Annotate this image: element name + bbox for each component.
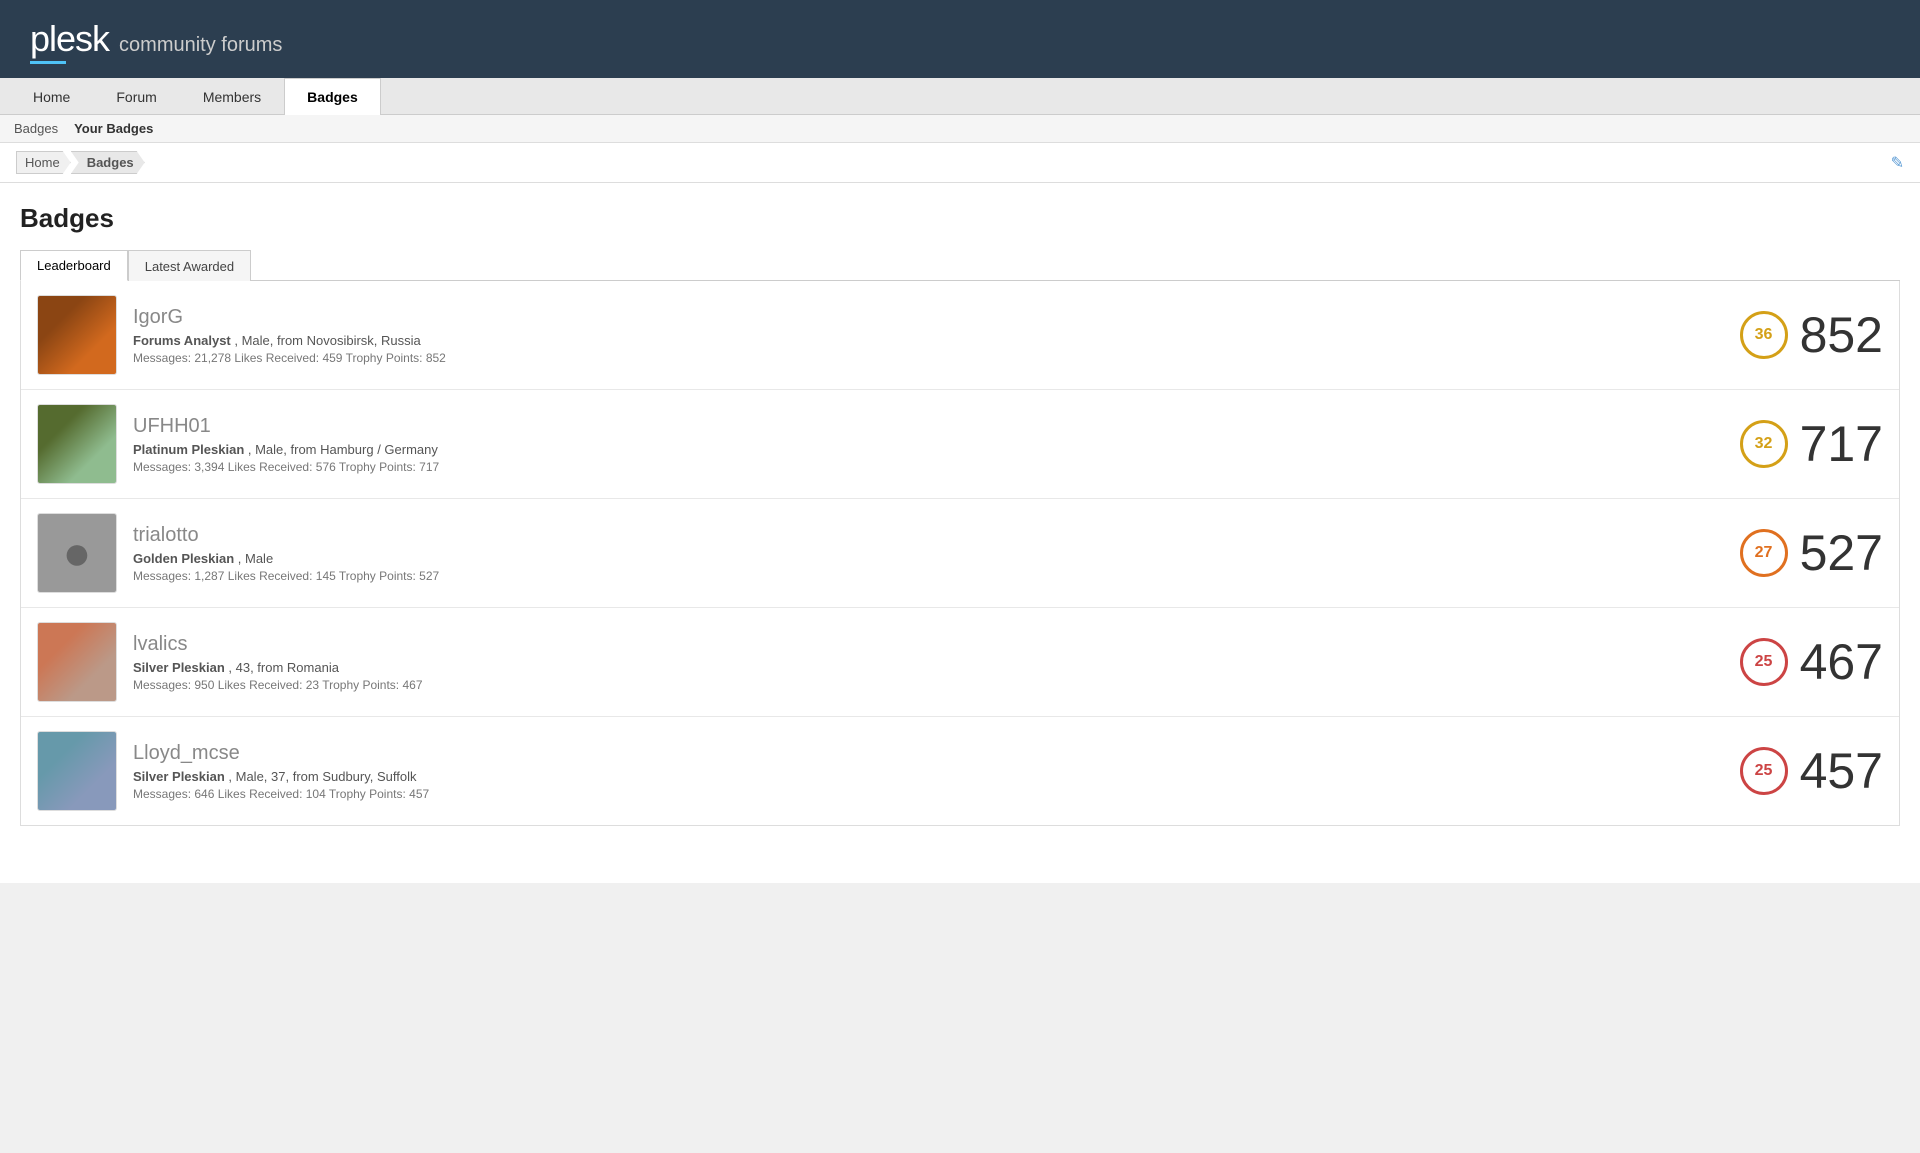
breadcrumb-current: Badges	[71, 151, 145, 174]
tabs-bar: Leaderboard Latest Awarded	[20, 250, 1900, 281]
breadcrumb-home-link[interactable]: Home	[16, 151, 71, 174]
user-name[interactable]: UFHH01	[133, 415, 1724, 438]
user-stats: Messages: 950 Likes Received: 23 Trophy …	[133, 678, 1724, 692]
user-avatar: ●	[37, 513, 117, 593]
trophy-points: 852	[1800, 306, 1883, 364]
user-name[interactable]: trialotto	[133, 524, 1724, 547]
user-stats: Messages: 646 Likes Received: 104 Trophy…	[133, 787, 1724, 801]
user-stats: Messages: 3,394 Likes Received: 576 Trop…	[133, 460, 1724, 474]
breadcrumb-edit-icon[interactable]: ✎	[1891, 153, 1904, 173]
leaderboard-item[interactable]: Lloyd_mcse Silver Pleskian , Male, 37, f…	[21, 717, 1899, 825]
site-header: plesk community forums	[0, 0, 1920, 78]
site-logo: plesk community forums	[30, 18, 282, 60]
nav-tab-badges[interactable]: Badges	[284, 78, 381, 115]
avatar-image	[38, 623, 116, 701]
trophy-points: 717	[1800, 415, 1883, 473]
avatar-image	[38, 405, 116, 483]
main-content: Badges Leaderboard Latest Awarded IgorG …	[0, 183, 1920, 883]
breadcrumb-bar: Home Badges ✎	[0, 143, 1920, 183]
user-info: Lloyd_mcse Silver Pleskian , Male, 37, f…	[117, 742, 1740, 801]
leaderboard-list: IgorG Forums Analyst , Male, from Novosi…	[20, 281, 1900, 826]
leaderboard-item[interactable]: UFHH01 Platinum Pleskian , Male, from Ha…	[21, 390, 1899, 499]
user-name[interactable]: Lloyd_mcse	[133, 742, 1724, 765]
user-title: Forums Analyst	[133, 333, 231, 348]
tab-latest-awarded[interactable]: Latest Awarded	[128, 250, 251, 281]
page-title: Badges	[20, 203, 1900, 234]
nav-tab-forum[interactable]: Forum	[93, 78, 179, 115]
avatar-image	[38, 296, 116, 374]
breadcrumb: Home Badges	[16, 151, 145, 174]
user-title: Golden Pleskian	[133, 551, 234, 566]
user-title-line: Platinum Pleskian , Male, from Hamburg /…	[133, 442, 1724, 457]
user-stats: Messages: 1,287 Likes Received: 145 Trop…	[133, 569, 1724, 583]
user-title: Silver Pleskian	[133, 660, 225, 675]
avatar-image	[38, 732, 116, 810]
badge-count-circle: 27	[1740, 529, 1788, 577]
secondary-nav: Badges Your Badges	[0, 115, 1920, 143]
primary-nav: Home Forum Members Badges	[0, 78, 1920, 115]
user-title-line: Golden Pleskian , Male	[133, 551, 1724, 566]
user-title: Silver Pleskian	[133, 769, 225, 784]
user-title: Platinum Pleskian	[133, 442, 244, 457]
secondary-nav-badges[interactable]: Badges	[14, 121, 58, 136]
badge-score: 25 457	[1740, 742, 1883, 800]
logo-subtitle: community forums	[119, 34, 282, 57]
trophy-points: 467	[1800, 633, 1883, 691]
badge-count-circle: 25	[1740, 638, 1788, 686]
user-avatar	[37, 622, 117, 702]
trophy-points: 457	[1800, 742, 1883, 800]
user-name[interactable]: IgorG	[133, 306, 1724, 329]
nav-tab-members[interactable]: Members	[180, 78, 284, 115]
nav-tab-home[interactable]: Home	[10, 78, 93, 115]
user-info: IgorG Forums Analyst , Male, from Novosi…	[117, 306, 1740, 365]
secondary-nav-your-badges[interactable]: Your Badges	[74, 121, 153, 136]
badge-score: 27 527	[1740, 524, 1883, 582]
badge-count-circle: 36	[1740, 311, 1788, 359]
user-title-line: Forums Analyst , Male, from Novosibirsk,…	[133, 333, 1724, 348]
user-avatar	[37, 731, 117, 811]
user-info: UFHH01 Platinum Pleskian , Male, from Ha…	[117, 415, 1740, 474]
badge-score: 25 467	[1740, 633, 1883, 691]
user-title-line: Silver Pleskian , Male, 37, from Sudbury…	[133, 769, 1724, 784]
breadcrumb-home[interactable]: Home	[16, 151, 71, 174]
badge-count-circle: 32	[1740, 420, 1788, 468]
user-avatar	[37, 404, 117, 484]
user-name[interactable]: lvalics	[133, 633, 1724, 656]
avatar-silhouette-icon: ●	[63, 526, 92, 581]
user-info: trialotto Golden Pleskian , Male Message…	[117, 524, 1740, 583]
tab-leaderboard[interactable]: Leaderboard	[20, 250, 128, 281]
user-avatar	[37, 295, 117, 375]
leaderboard-item[interactable]: lvalics Silver Pleskian , 43, from Roman…	[21, 608, 1899, 717]
badge-count-circle: 25	[1740, 747, 1788, 795]
user-info: lvalics Silver Pleskian , 43, from Roman…	[117, 633, 1740, 692]
breadcrumb-badges: Badges	[71, 151, 145, 174]
logo-plesk: plesk	[30, 18, 109, 60]
badge-score: 36 852	[1740, 306, 1883, 364]
user-title-line: Silver Pleskian , 43, from Romania	[133, 660, 1724, 675]
trophy-points: 527	[1800, 524, 1883, 582]
user-stats: Messages: 21,278 Likes Received: 459 Tro…	[133, 351, 1724, 365]
leaderboard-item[interactable]: ● trialotto Golden Pleskian , Male Messa…	[21, 499, 1899, 608]
avatar-placeholder: ●	[38, 514, 116, 592]
leaderboard-item[interactable]: IgorG Forums Analyst , Male, from Novosi…	[21, 281, 1899, 390]
badge-score: 32 717	[1740, 415, 1883, 473]
